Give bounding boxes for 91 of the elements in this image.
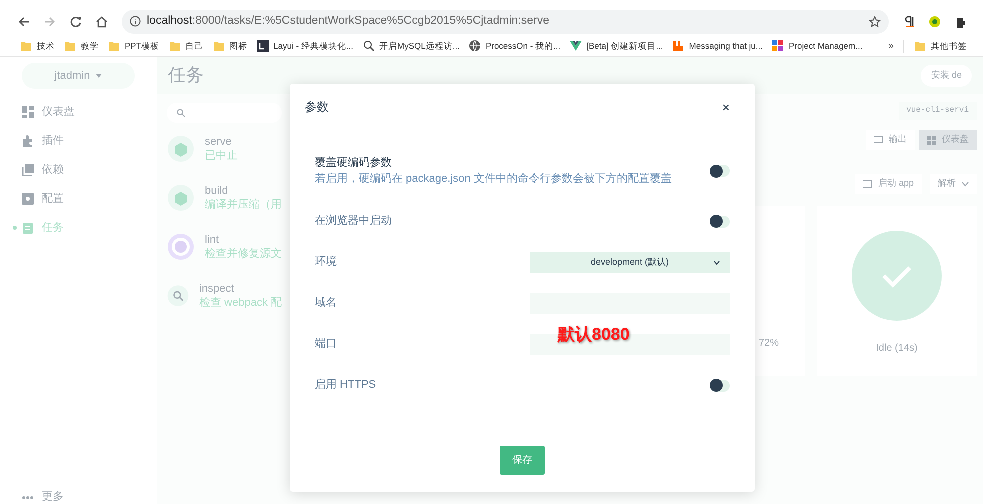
- grid-logo-icon: [772, 40, 784, 52]
- field-label: 环境: [315, 254, 337, 270]
- close-button[interactable]: ×: [722, 100, 730, 114]
- view-tab[interactable]: 输出: [866, 130, 915, 150]
- bookmark-link[interactable]: 技术: [37, 40, 55, 53]
- field-description: 若启用，硬编码在 package.json 文件中的命令行参数会被下方的配置覆盖: [315, 172, 672, 187]
- folder-icon: [20, 40, 32, 52]
- ring-icon: [167, 233, 195, 261]
- more-item[interactable]: 更多: [0, 492, 157, 504]
- window-icon: [863, 180, 872, 188]
- info-icon: [130, 16, 141, 28]
- task-name[interactable]: serve: [205, 135, 238, 149]
- toggle-switch[interactable]: [710, 165, 730, 177]
- task-name[interactable]: inspect: [199, 282, 282, 296]
- bookmark-link[interactable]: 图标: [230, 40, 248, 53]
- folder-icon: [108, 40, 120, 52]
- view-tab[interactable]: 仪表盘: [919, 130, 977, 150]
- address-bar[interactable]: localhost:8000/tasks/E:%5CstudentWorkSpace%5Ccgb2015%5Cjtadmin:serve: [122, 10, 889, 34]
- bookmark-link[interactable]: [Beta] 创建新项目...: [586, 40, 664, 53]
- back-icon: [18, 16, 30, 28]
- more-bookmarks-button[interactable]: »: [888, 38, 894, 54]
- toggle-switch[interactable]: [710, 380, 730, 392]
- folder-icon: [914, 40, 926, 52]
- search-field[interactable]: [167, 103, 282, 123]
- bookmark-link[interactable]: 其他书签: [931, 40, 967, 53]
- bookmark-link[interactable]: 开启MySQL远程访...: [380, 40, 460, 53]
- task-description: 编译并压缩（用: [205, 198, 282, 212]
- task-description: 已中止: [205, 149, 238, 163]
- bookmark-link[interactable]: ProcessOn - 我的...: [486, 40, 561, 53]
- home-icon: [96, 16, 108, 28]
- task-description: 检查 webpack 配: [199, 296, 282, 310]
- url-text: localhost:8000/tasks/E:%5CstudentWorkSpace%5Ccgb2015%5Cjtadmin:serve: [147, 14, 550, 30]
- chevron-icon: [714, 260, 720, 264]
- annotation-text: 默认8080: [558, 324, 630, 346]
- page-title: 任务: [168, 64, 204, 87]
- cube-icon: [167, 184, 195, 212]
- field-label: 域名: [315, 296, 337, 312]
- caret-icon: [96, 74, 102, 78]
- extension-icon: [929, 16, 941, 28]
- search-icon: [177, 109, 185, 117]
- star-icon: [869, 16, 881, 28]
- install-button[interactable]: 安装 de: [921, 64, 972, 86]
- task-name[interactable]: lint: [205, 233, 282, 247]
- sidebar-item[interactable]: 任务: [0, 222, 157, 234]
- bookmark-link[interactable]: Messaging that ju...: [689, 40, 763, 53]
- bars-logo-icon: [672, 40, 684, 52]
- v-logo-icon: [570, 40, 582, 52]
- book-stack-icon: [22, 164, 34, 176]
- puzzle-icon: [955, 16, 965, 28]
- save-button[interactable]: 保存: [500, 446, 545, 475]
- cube-icon: [167, 135, 195, 163]
- chevron-icon: [962, 182, 969, 186]
- folder-icon: [168, 40, 181, 52]
- reload-icon: [70, 16, 82, 28]
- run-app-button[interactable]: 启动 app: [855, 174, 922, 194]
- task-name[interactable]: build: [205, 184, 282, 198]
- bookmark-link[interactable]: Layui - 经典模块化...: [274, 40, 354, 53]
- monitor-icon: [874, 136, 883, 144]
- forward-icon: [44, 16, 56, 28]
- bookmark-link[interactable]: PPT模板: [125, 40, 160, 53]
- toggle-switch[interactable]: [710, 216, 730, 228]
- square-logo-icon: [256, 40, 269, 52]
- folder-icon: [212, 40, 225, 52]
- clipboard-icon: [22, 222, 34, 234]
- bookmark-link[interactable]: Project Managem...: [789, 40, 863, 53]
- magnifier-icon: [362, 40, 374, 52]
- field-label: 覆盖硬编码参数: [315, 156, 393, 170]
- analyze-dropdown[interactable]: 解析: [930, 174, 977, 194]
- bookmark-link[interactable]: 自己: [186, 40, 204, 53]
- field-label: 端口: [315, 337, 337, 352]
- percent-text: 72%: [758, 337, 779, 351]
- field-label: 启用 HTTPS: [315, 378, 376, 394]
- task-description: 检查并修复源文: [205, 247, 282, 261]
- grid-icon: [927, 136, 936, 144]
- puzzle-icon: [22, 135, 34, 147]
- sidebar-item[interactable]: 插件: [0, 135, 157, 147]
- grid-icon: [22, 106, 34, 118]
- pilcrow-icon: [903, 16, 915, 28]
- sidebar-item[interactable]: 依赖: [0, 164, 157, 176]
- sidebar-item[interactable]: 配置: [0, 193, 157, 205]
- environment-dropdown[interactable]: development (默认): [530, 252, 730, 273]
- globe-icon: [468, 40, 481, 52]
- dots-icon: [22, 496, 34, 500]
- field-label: 在浏览器中启动: [315, 214, 392, 230]
- dialog-title: 参数: [305, 99, 329, 116]
- project-selector[interactable]: jtadmin: [22, 63, 135, 89]
- command-field[interactable]: vue-cli-servi: [898, 102, 977, 120]
- bookmark-link[interactable]: 教学: [81, 40, 99, 53]
- folder-icon: [64, 40, 76, 52]
- status-text: Idle (14s): [876, 342, 918, 356]
- sidebar-item[interactable]: 仪表盘: [0, 106, 157, 118]
